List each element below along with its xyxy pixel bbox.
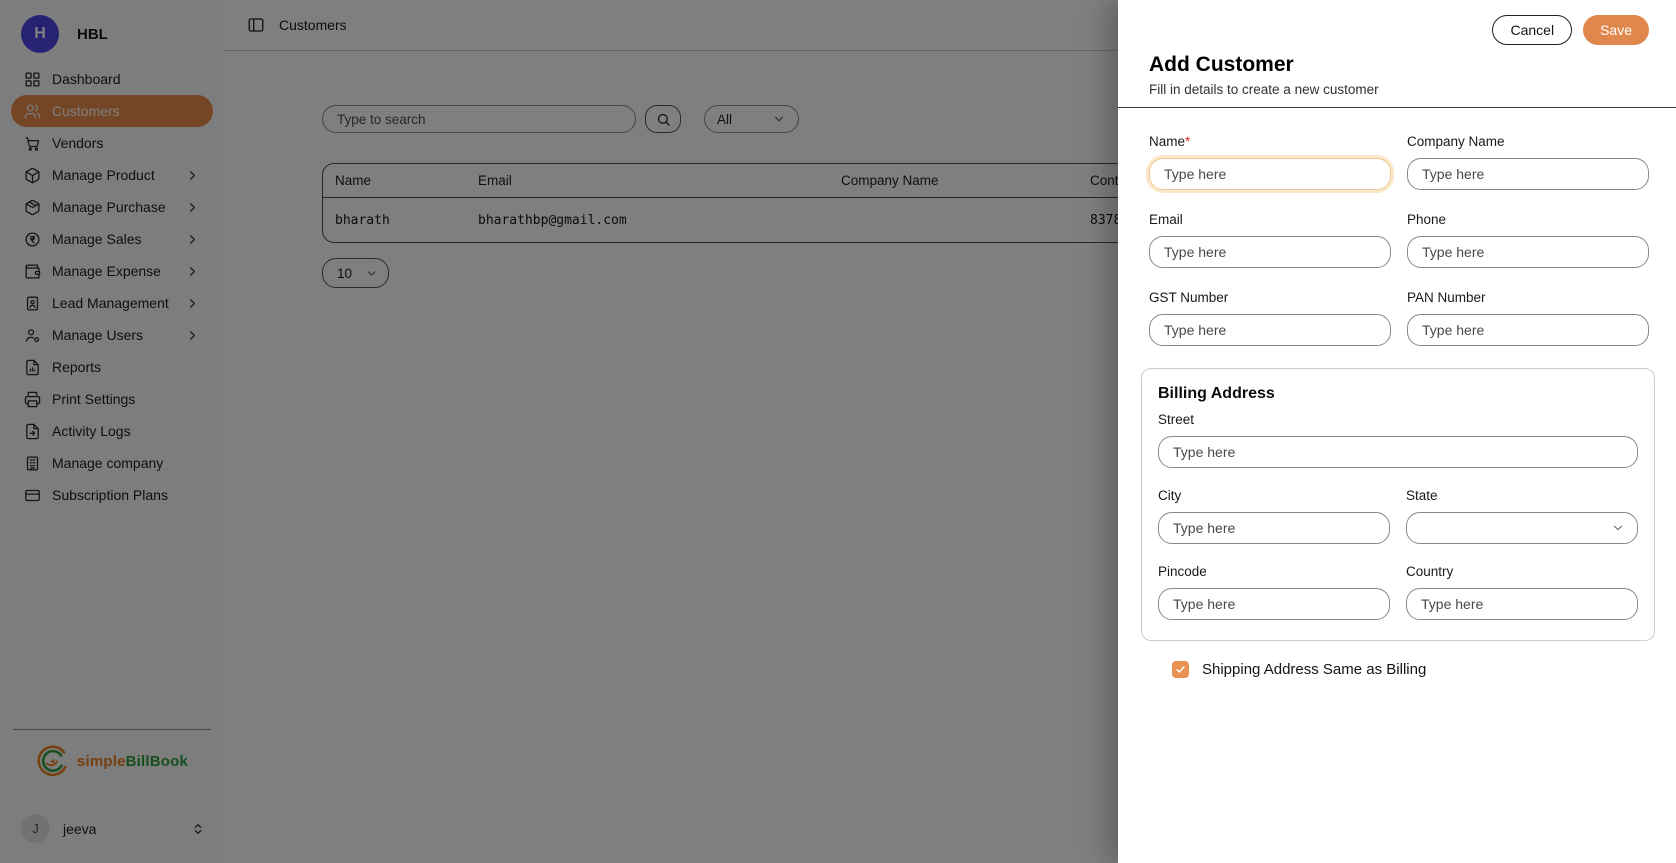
- check-icon: [1175, 664, 1186, 675]
- company-name-label: Company Name: [1407, 134, 1649, 149]
- shipping-same-checkbox[interactable]: [1172, 661, 1189, 678]
- state-label: State: [1406, 488, 1638, 503]
- field-street: Street: [1158, 412, 1638, 468]
- name-label: Name*: [1149, 134, 1391, 149]
- street-input[interactable]: [1158, 436, 1638, 468]
- country-label: Country: [1406, 564, 1638, 579]
- email-input[interactable]: [1149, 236, 1391, 268]
- drawer-header: Cancel Save Add Customer Fill in details…: [1118, 0, 1676, 108]
- field-pincode: Pincode: [1158, 564, 1390, 620]
- country-input[interactable]: [1406, 588, 1638, 620]
- shipping-same-label: Shipping Address Same as Billing: [1202, 661, 1426, 678]
- pan-number-label: PAN Number: [1407, 290, 1649, 305]
- street-label: Street: [1158, 412, 1638, 427]
- gst-number-input[interactable]: [1149, 314, 1391, 346]
- save-button[interactable]: Save: [1583, 15, 1649, 45]
- city-input[interactable]: [1158, 512, 1390, 544]
- gst-number-label: GST Number: [1149, 290, 1391, 305]
- field-pan-number: PAN Number: [1407, 290, 1649, 346]
- pan-number-input[interactable]: [1407, 314, 1649, 346]
- billing-address-card: Billing Address Street City State: [1141, 368, 1655, 641]
- field-company-name: Company Name: [1407, 134, 1649, 190]
- drawer-actions: Cancel Save: [1149, 15, 1649, 45]
- cancel-button[interactable]: Cancel: [1492, 15, 1572, 45]
- field-email: Email: [1149, 212, 1391, 268]
- drawer-body: Name* Company Name Email Phone GST Numbe…: [1118, 108, 1676, 678]
- field-city: City: [1158, 488, 1390, 544]
- field-gst-number: GST Number: [1149, 290, 1391, 346]
- field-country: Country: [1406, 564, 1638, 620]
- field-state: State: [1406, 488, 1638, 544]
- field-phone: Phone: [1407, 212, 1649, 268]
- pincode-label: Pincode: [1158, 564, 1390, 579]
- shipping-same-row: Shipping Address Same as Billing: [1172, 661, 1649, 678]
- chevron-down-icon: [1611, 521, 1625, 535]
- modal-overlay[interactable]: [0, 0, 1118, 863]
- phone-input[interactable]: [1407, 236, 1649, 268]
- state-select[interactable]: [1406, 512, 1638, 544]
- billing-address-heading: Billing Address: [1158, 385, 1638, 403]
- city-label: City: [1158, 488, 1390, 503]
- name-input[interactable]: [1149, 158, 1391, 190]
- phone-label: Phone: [1407, 212, 1649, 227]
- drawer-title: Add Customer: [1149, 53, 1649, 77]
- email-label: Email: [1149, 212, 1391, 227]
- company-name-input[interactable]: [1407, 158, 1649, 190]
- drawer-subtitle: Fill in details to create a new customer: [1149, 82, 1649, 97]
- add-customer-drawer: Cancel Save Add Customer Fill in details…: [1118, 0, 1676, 863]
- pincode-input[interactable]: [1158, 588, 1390, 620]
- field-name: Name*: [1149, 134, 1391, 190]
- required-asterisk: *: [1185, 134, 1190, 149]
